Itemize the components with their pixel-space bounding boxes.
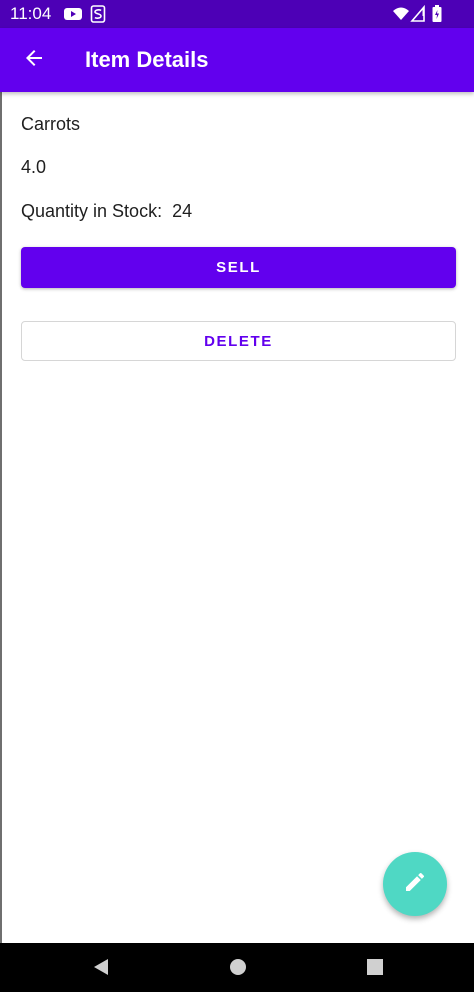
item-name: Carrots	[21, 114, 81, 134]
back-button[interactable]	[12, 38, 56, 82]
quantity-label: Quantity in Stock:	[21, 201, 163, 221]
item-quantity-row: Quantity in Stock: 24	[21, 200, 192, 222]
screen-edge	[0, 0, 2, 992]
delete-button[interactable]: DELETE	[21, 321, 456, 361]
home-circle-icon	[228, 957, 248, 982]
sell-button[interactable]: SELL	[21, 247, 456, 288]
item-price: 4.0	[21, 157, 47, 177]
edit-fab[interactable]	[383, 852, 447, 916]
app-bar: Item Details	[0, 28, 474, 92]
delete-button-label: DELETE	[204, 332, 273, 350]
system-nav-bar	[0, 943, 474, 992]
signal-icon	[410, 4, 426, 24]
sell-button-label: SELL	[216, 259, 261, 276]
s-app-icon	[90, 4, 106, 24]
nav-back-button[interactable]	[83, 951, 119, 987]
youtube-icon	[63, 4, 83, 24]
recents-square-icon	[365, 957, 385, 982]
status-bar: 11:04	[0, 0, 474, 28]
battery-icon	[431, 4, 443, 24]
edit-pencil-icon	[403, 870, 427, 899]
app-screen: 11:04 Item Details Carrots 4.0 Quantity …	[0, 0, 474, 992]
nav-recents-button[interactable]	[357, 951, 393, 987]
status-time: 11:04	[10, 4, 52, 23]
wifi-icon	[392, 4, 410, 24]
back-triangle-icon	[91, 957, 111, 982]
nav-home-button[interactable]	[220, 951, 256, 987]
arrow-back-icon	[22, 46, 46, 75]
page-title: Item Details	[85, 47, 209, 72]
quantity-value: 24	[172, 201, 193, 221]
